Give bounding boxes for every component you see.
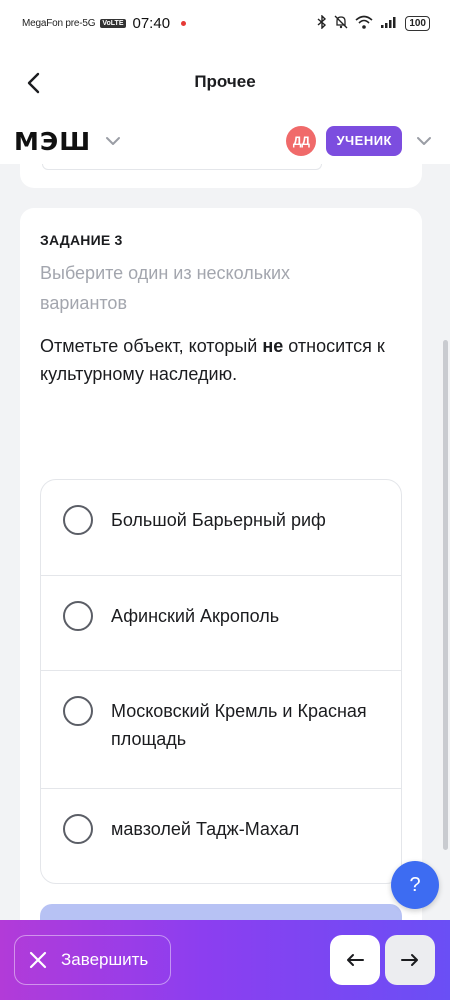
wifi-icon: [355, 15, 373, 32]
previous-task-button[interactable]: [330, 935, 380, 985]
signal-icon: [380, 15, 398, 32]
answer-option-label: Большой Барьерный риф: [111, 510, 326, 530]
chevron-down-icon: [412, 129, 436, 153]
battery-indicator: 100: [405, 15, 430, 31]
finish-button[interactable]: Завершить: [14, 935, 171, 985]
answer-option[interactable]: Московский Кремль и Красная площадь: [41, 671, 401, 789]
app-header: Прочее: [0, 46, 450, 118]
clock: 07:40: [132, 14, 171, 32]
brand-bar: МЭШ ДД УЧЕНИК: [0, 118, 450, 164]
task-question: Отметьте объект, который не относится к …: [40, 332, 410, 388]
answer-option[interactable]: Большой Барьерный риф: [41, 480, 401, 576]
volte-badge: VoLTE: [100, 18, 126, 28]
close-icon: [29, 951, 47, 969]
avatar: ДД: [286, 126, 317, 156]
previous-task-field: [42, 164, 322, 170]
answer-option-label: Афинский Акрополь: [111, 606, 280, 626]
radio-button[interactable]: [63, 505, 93, 535]
arrow-left-icon: [347, 954, 364, 966]
chevron-down-icon: [101, 129, 125, 153]
back-button[interactable]: [18, 68, 48, 98]
radio-button[interactable]: [63, 696, 93, 726]
answer-option-label: Московский Кремль и Красная площадь: [111, 701, 367, 749]
radio-button[interactable]: [63, 814, 93, 844]
radio-button[interactable]: [63, 601, 93, 631]
chevron-left-icon: [27, 72, 40, 94]
answer-option-label: мавзолей Тадж-Махал: [111, 819, 300, 839]
status-bar-right: 100: [317, 13, 430, 32]
task-card: ЗАДАНИЕ 3 Выберите один из нескольких ва…: [20, 208, 422, 954]
question-text-start: Отметьте объект, который: [40, 336, 263, 356]
next-task-button[interactable]: [385, 935, 435, 985]
status-bar-left: MegaFon pre-5G VoLTE 07:40: [22, 14, 187, 32]
mesh-logo: МЭШ: [14, 126, 92, 156]
answer-options: Большой Барьерный риф Афинский Акрополь …: [40, 479, 402, 884]
finish-button-label: Завершить: [61, 950, 149, 969]
status-bar: MegaFon pre-5G VoLTE 07:40 100: [0, 0, 450, 46]
app-switcher[interactable]: МЭШ: [14, 127, 125, 156]
carrier-name: MegaFon pre-5G: [22, 17, 96, 29]
task-hint: Выберите один из нескольких вариантов: [40, 263, 291, 313]
task-number: ЗАДАНИЕ 3: [40, 232, 123, 248]
mute-bell-icon: [334, 15, 348, 32]
arrow-right-icon: [401, 954, 418, 966]
help-button[interactable]: ?: [391, 861, 439, 909]
scrollbar[interactable]: [443, 340, 448, 850]
question-emphasis: не: [262, 336, 284, 356]
bluetooth-icon: [317, 13, 327, 32]
page-title: Прочее: [194, 72, 256, 91]
question-mark-icon: ?: [409, 873, 421, 896]
answer-option[interactable]: Афинский Акрополь: [41, 576, 401, 671]
bottom-bar: Завершить: [0, 920, 450, 1000]
answer-option[interactable]: мавзолей Тадж-Махал: [41, 789, 401, 883]
profile-switcher[interactable]: ДД УЧЕНИК: [286, 126, 436, 156]
notification-dot-icon: [181, 20, 187, 26]
role-badge: УЧЕНИК: [326, 126, 402, 156]
previous-task-card: [20, 164, 422, 188]
